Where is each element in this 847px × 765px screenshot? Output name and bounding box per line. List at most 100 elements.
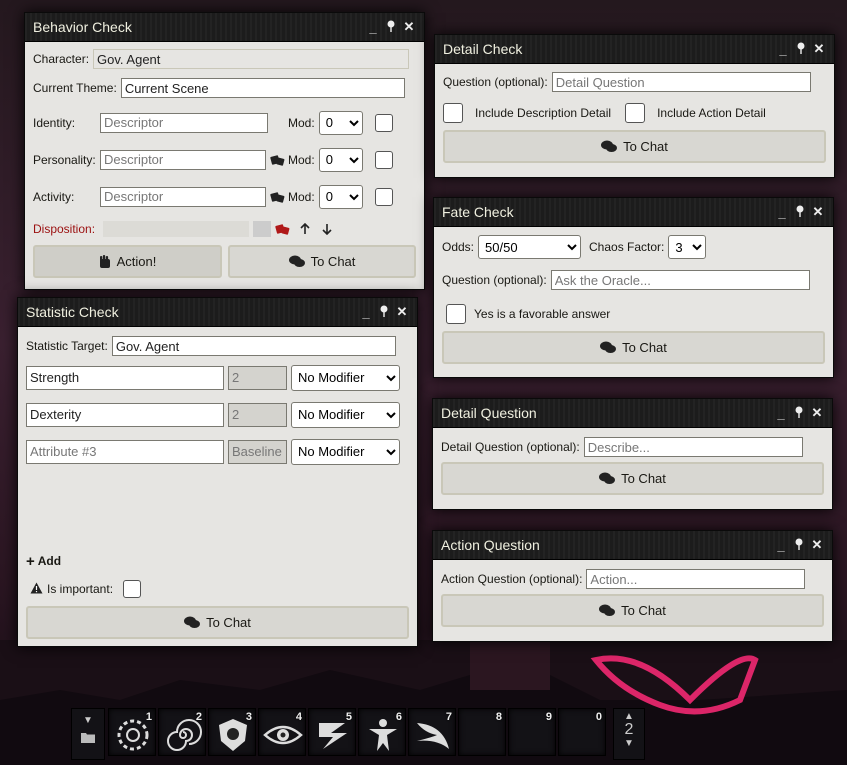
close-icon[interactable]: ✕ [810, 41, 828, 57]
odds-select[interactable]: 50/50 [478, 235, 582, 259]
favorable-answer-checkbox[interactable] [446, 304, 466, 324]
detail-question-to-chat-button[interactable]: To Chat [441, 462, 824, 495]
pin-icon[interactable] [382, 20, 400, 35]
statistic-check-header[interactable]: Statistic Check _ ✕ [18, 298, 417, 327]
personality-checkbox[interactable] [374, 150, 393, 169]
oracle-question-input[interactable] [550, 270, 810, 290]
identity-label: Identity: [33, 115, 76, 130]
detail-check-header[interactable]: Detail Check _ ✕ [435, 35, 834, 64]
personality-mod-select[interactable]: 0 [318, 147, 363, 172]
arrow-down-icon[interactable] [321, 223, 333, 235]
character-field[interactable] [93, 49, 410, 69]
identity-descriptor-input[interactable] [100, 112, 268, 133]
activity-checkbox[interactable] [374, 187, 393, 206]
include-action-checkbox[interactable] [625, 103, 646, 123]
action-button-label: Action! [116, 254, 157, 269]
fate-check-header[interactable]: Fate Check _ ✕ [434, 198, 833, 227]
caret-down-icon[interactable]: ▼ [72, 715, 104, 726]
activity-mod-select[interactable]: 0 [318, 184, 363, 209]
hotbar-slot[interactable]: 1 [108, 708, 156, 756]
action-question-input[interactable] [586, 569, 806, 589]
to-chat-label: To Chat [206, 615, 251, 630]
close-icon[interactable]: ✕ [808, 537, 826, 553]
detail-question-input[interactable] [583, 437, 803, 457]
page-number: 2 [624, 721, 634, 738]
hotbar-slot[interactable]: 5 [308, 708, 356, 756]
identity-checkbox[interactable] [374, 113, 393, 132]
detail-question-header[interactable]: Detail Question _ ✕ [433, 399, 832, 428]
theme-field[interactable] [120, 78, 405, 98]
activity-descriptor-input[interactable] [100, 186, 266, 207]
window-title: Action Question [441, 537, 540, 553]
close-icon[interactable]: ✕ [393, 304, 411, 320]
pin-icon[interactable] [375, 305, 393, 320]
dice-icon[interactable] [270, 190, 286, 204]
hotbar-slot[interactable]: 9 [508, 708, 556, 756]
activity-label: Activity: [33, 189, 75, 204]
attribute-name-input[interactable] [26, 439, 224, 464]
include-description-checkbox[interactable] [443, 103, 463, 123]
character-label: Character: [33, 52, 90, 66]
behavior-check-header[interactable]: Behavior Check _ ✕ [25, 13, 424, 42]
chaos-factor-select[interactable]: 3 [668, 235, 707, 259]
slot-number: 6 [395, 711, 402, 723]
is-important-checkbox[interactable] [123, 580, 142, 598]
statistic-to-chat-button[interactable]: To Chat [26, 606, 409, 639]
to-chat-label: To Chat [621, 603, 666, 618]
minimize-icon[interactable]: _ [772, 538, 790, 553]
identity-mod-label: Mod: [288, 115, 315, 130]
close-icon[interactable]: ✕ [808, 405, 826, 421]
window-title: Statistic Check [26, 304, 119, 320]
close-icon[interactable]: ✕ [400, 19, 418, 35]
window-title: Behavior Check [33, 19, 132, 35]
pin-icon[interactable] [790, 406, 808, 421]
comments-icon [288, 255, 305, 267]
attribute-value-field [228, 439, 287, 464]
pin-icon[interactable] [791, 205, 809, 220]
hotbar-slot[interactable]: 8 [458, 708, 506, 756]
detail-question-input[interactable] [551, 72, 811, 92]
identity-mod-select[interactable]: 0 [318, 110, 363, 135]
action-question-to-chat-button[interactable]: To Chat [441, 594, 824, 627]
action-question-window: Action Question _ ✕ Action Question (opt… [432, 530, 833, 642]
hotbar-slot[interactable]: 3 [208, 708, 256, 756]
comments-icon [599, 472, 616, 484]
minimize-icon[interactable]: _ [773, 205, 791, 220]
detail-question-label: Detail Question (optional): [441, 440, 580, 454]
pin-icon[interactable] [792, 42, 810, 57]
attribute-modifier-select[interactable]: No Modifier [291, 401, 400, 428]
red-dice-icon[interactable] [275, 222, 291, 236]
hotbar-slot[interactable]: 6 [358, 708, 406, 756]
add-attribute-button[interactable]: + Add [26, 553, 61, 570]
hotbar-slot[interactable]: 2 [158, 708, 206, 756]
minimize-icon[interactable]: _ [357, 305, 375, 320]
pin-icon[interactable] [790, 538, 808, 553]
dice-icon[interactable] [270, 153, 286, 167]
attribute-modifier-select[interactable]: No Modifier [291, 438, 400, 465]
detail-check-window: Detail Check _ ✕ Question (optional): In… [434, 34, 835, 178]
hotbar-controls: ▼ [71, 708, 105, 760]
minimize-icon[interactable]: _ [772, 406, 790, 421]
hotbar-slot[interactable]: 0 [558, 708, 606, 756]
hotbar-slot[interactable]: 4 [258, 708, 306, 756]
attribute-name-input[interactable] [26, 402, 224, 427]
detail-check-to-chat-button[interactable]: To Chat [443, 130, 826, 163]
personality-descriptor-input[interactable] [100, 149, 266, 170]
minimize-icon[interactable]: _ [774, 42, 792, 57]
attribute-modifier-select[interactable]: No Modifier [291, 364, 400, 391]
arrow-up-icon[interactable] [299, 223, 311, 235]
action-question-header[interactable]: Action Question _ ✕ [433, 531, 832, 560]
window-title: Fate Check [442, 204, 514, 220]
fate-check-to-chat-button[interactable]: To Chat [442, 331, 825, 364]
action-button[interactable]: Action! [33, 245, 222, 278]
hotbar-slot[interactable]: 7 [408, 708, 456, 756]
page-down-icon[interactable]: ▼ [614, 738, 644, 749]
minimize-icon[interactable]: _ [364, 20, 382, 35]
statistic-target-field[interactable] [111, 336, 396, 356]
behavior-to-chat-button[interactable]: To Chat [228, 245, 416, 278]
personality-mod-label: Mod: [288, 152, 315, 167]
attribute-name-input[interactable] [26, 365, 224, 390]
folder-icon[interactable] [72, 732, 104, 746]
close-icon[interactable]: ✕ [809, 204, 827, 220]
add-label: Add [37, 554, 62, 568]
